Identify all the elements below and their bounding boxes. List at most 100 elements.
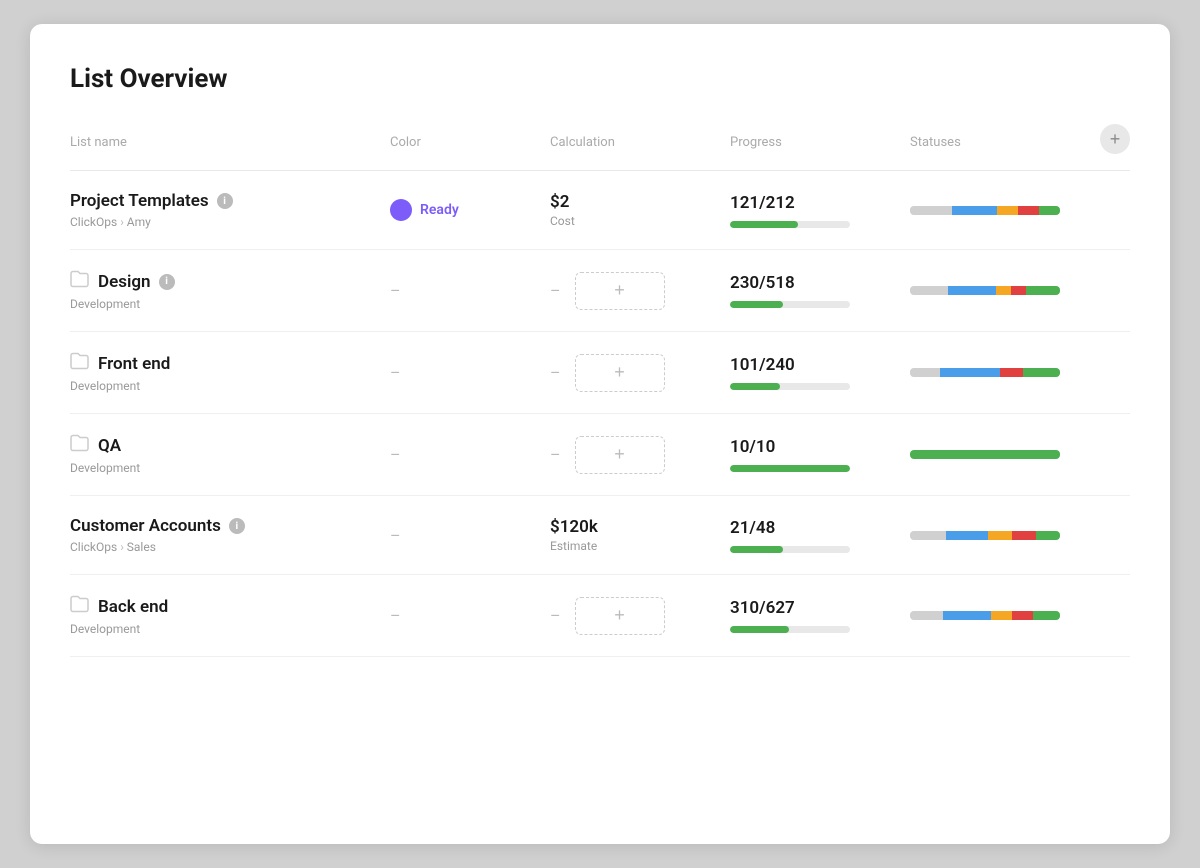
col-list-name: List name — [70, 135, 390, 150]
status-segment — [1011, 286, 1026, 295]
add-list-button[interactable]: + — [1100, 124, 1130, 154]
progress-numbers: 230/518 — [730, 273, 910, 293]
info-icon[interactable]: i — [159, 274, 175, 290]
list-name-sub: ClickOps › Sales — [70, 540, 390, 554]
list-name-cell: Front endDevelopment — [70, 352, 390, 393]
progress-bar-fill — [730, 465, 850, 472]
page-title: List Overview — [70, 64, 1130, 94]
info-icon[interactable]: i — [229, 518, 245, 534]
status-segment — [910, 611, 943, 620]
status-segment — [940, 368, 1000, 377]
color-dash: – — [390, 363, 401, 382]
add-calc-button[interactable]: + — [575, 272, 665, 310]
status-segment — [910, 531, 946, 540]
calc-dash: – — [550, 281, 561, 300]
status-bar — [910, 531, 1060, 540]
statuses-cell — [910, 531, 1130, 540]
progress-bar-wrap — [730, 626, 850, 633]
list-name-sub: Development — [70, 297, 390, 311]
list-name-text: Project Templates — [70, 191, 209, 211]
calc-cell: –+ — [550, 272, 730, 310]
calc-dash: – — [550, 606, 561, 625]
progress-bar-fill — [730, 626, 789, 633]
statuses-cell — [910, 450, 1130, 459]
progress-numbers: 101/240 — [730, 355, 910, 375]
list-name-sub: ClickOps › Amy — [70, 215, 390, 229]
status-segment — [910, 206, 952, 215]
status-segment — [948, 286, 996, 295]
table-row: Customer Accounts i ClickOps › Sales–$120k… — [70, 496, 1130, 575]
color-cell: Ready — [390, 199, 550, 221]
calc-type: Cost — [550, 214, 730, 228]
folder-icon — [70, 434, 90, 457]
folder-icon — [70, 270, 90, 293]
col-color: Color — [390, 135, 550, 150]
status-bar — [910, 206, 1060, 215]
info-icon[interactable]: i — [217, 193, 233, 209]
status-bar — [910, 368, 1060, 377]
table-row: Project Templates i ClickOps › AmyReady$2C… — [70, 171, 1130, 250]
add-calc-button[interactable]: + — [575, 597, 665, 635]
table-row: Back endDevelopment––+310/627 — [70, 575, 1130, 657]
status-segment — [1012, 611, 1033, 620]
color-dot — [390, 199, 412, 221]
statuses-cell — [910, 286, 1130, 295]
status-segment — [1026, 286, 1061, 295]
statuses-cell — [910, 206, 1130, 215]
col-statuses: Statuses — [910, 135, 1086, 150]
calc-type: Estimate — [550, 539, 730, 553]
status-segment — [952, 206, 997, 215]
progress-bar-fill — [730, 546, 783, 553]
folder-icon — [70, 595, 90, 618]
color-cell: – — [390, 363, 550, 382]
progress-bar-wrap — [730, 465, 850, 472]
col-progress: Progress — [730, 135, 910, 150]
col-calculation: Calculation — [550, 135, 730, 150]
table-row: Front endDevelopment––+101/240 — [70, 332, 1130, 414]
status-segment — [1033, 611, 1060, 620]
add-calc-button[interactable]: + — [575, 354, 665, 392]
progress-cell: 121/212 — [730, 193, 910, 228]
list-name-text: Customer Accounts — [70, 516, 221, 536]
statuses-cell — [910, 368, 1130, 377]
color-dash: – — [390, 606, 401, 625]
status-segment — [1036, 531, 1060, 540]
status-segment — [997, 206, 1018, 215]
progress-bar-wrap — [730, 546, 850, 553]
progress-numbers: 121/212 — [730, 193, 910, 213]
status-bar — [910, 611, 1060, 620]
table-header: List name Color Calculation Progress Sta… — [70, 124, 1130, 171]
color-cell: – — [390, 445, 550, 464]
list-name-main: Designi — [70, 270, 390, 293]
list-name-text: Design — [98, 272, 151, 292]
progress-numbers: 10/10 — [730, 437, 910, 457]
status-segment — [943, 611, 991, 620]
color-cell: – — [390, 526, 550, 545]
progress-bar-wrap — [730, 383, 850, 390]
calc-cell: $2Cost — [550, 192, 730, 228]
status-segment — [910, 368, 940, 377]
list-name-main: Project Templates i — [70, 191, 390, 211]
color-cell: – — [390, 281, 550, 300]
status-segment — [988, 531, 1012, 540]
status-segment — [946, 531, 988, 540]
status-segment — [1023, 368, 1061, 377]
list-name-cell: QADevelopment — [70, 434, 390, 475]
status-segment — [991, 611, 1012, 620]
add-list-area: + — [1086, 124, 1130, 160]
add-calc-button[interactable]: + — [575, 436, 665, 474]
progress-numbers: 21/48 — [730, 518, 910, 538]
progress-numbers: 310/627 — [730, 598, 910, 618]
progress-bar-fill — [730, 301, 783, 308]
status-segment — [910, 286, 948, 295]
list-name-cell: Back endDevelopment — [70, 595, 390, 636]
color-dash: – — [390, 445, 401, 464]
status-segment — [910, 450, 1060, 459]
list-name-main: Front end — [70, 352, 390, 375]
progress-cell: 310/627 — [730, 598, 910, 633]
folder-icon — [70, 352, 90, 375]
status-segment — [1039, 206, 1060, 215]
list-name-text: Back end — [98, 597, 168, 617]
rows-container: Project Templates i ClickOps › AmyReady$2C… — [70, 171, 1130, 657]
calc-cell: $120kEstimate — [550, 517, 730, 553]
